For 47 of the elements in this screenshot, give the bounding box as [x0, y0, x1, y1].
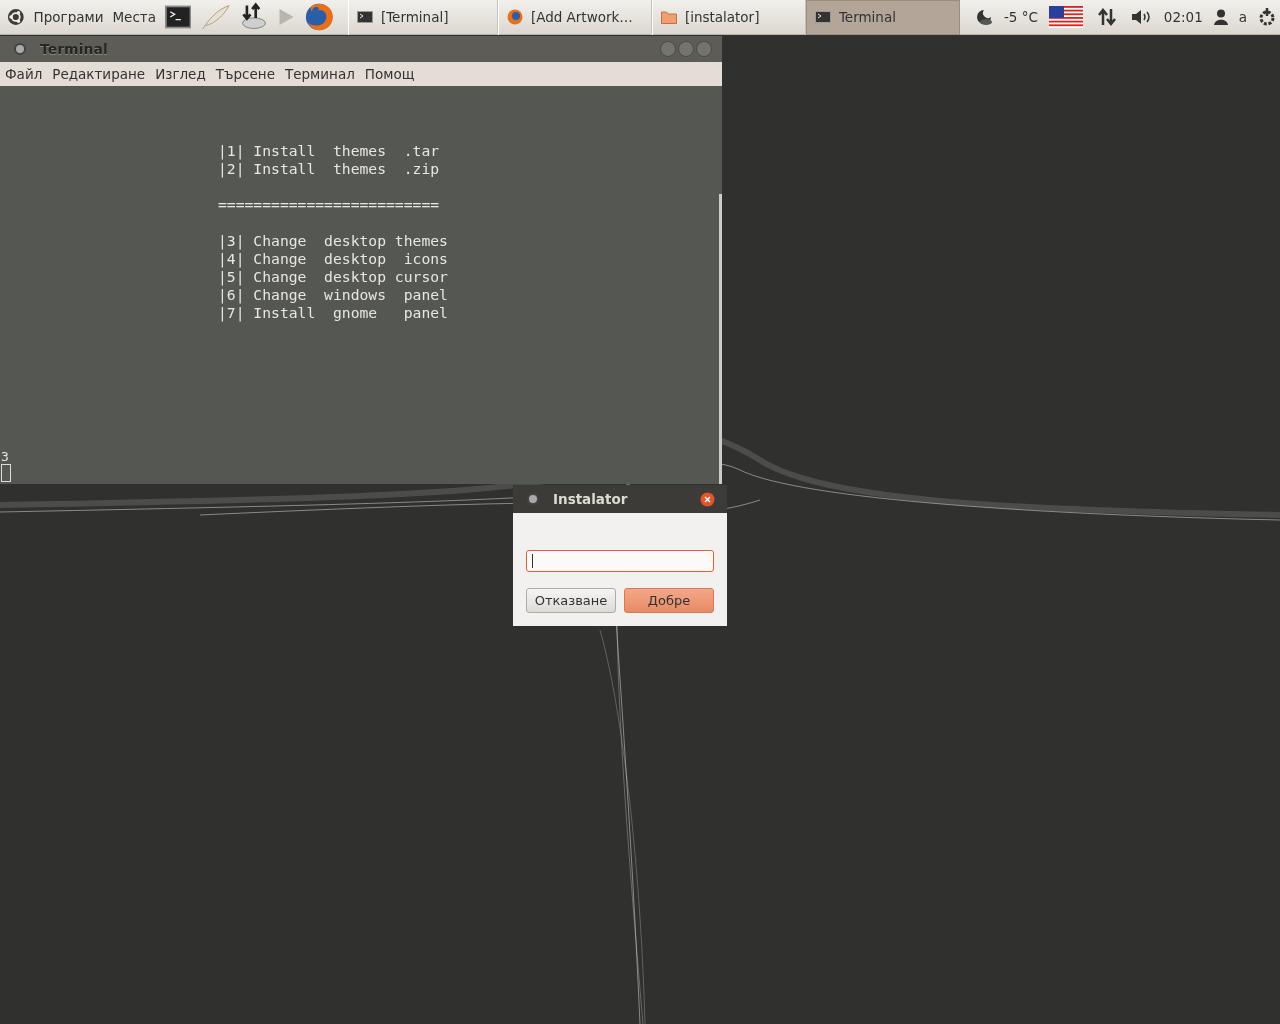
menu-item[interactable]: Редактиране — [52, 66, 146, 82]
browser-globe-icon — [506, 9, 523, 25]
dialog-title: Instalator — [553, 491, 628, 507]
ubuntu-logo-icon[interactable] — [7, 7, 25, 27]
user-name[interactable]: a — [1238, 9, 1247, 25]
text-cursor — [1, 464, 11, 482]
window-menu-icon[interactable] — [527, 493, 539, 505]
flag-icon[interactable] — [1048, 6, 1083, 28]
disk-arrows-icon[interactable] — [239, 2, 268, 32]
terminal-line: |4| Change desktop icons — [218, 250, 448, 268]
menu-item[interactable]: Файл — [5, 66, 43, 82]
terminal-launcher-icon[interactable] — [165, 4, 192, 30]
panel-menu[interactable]: Програми — [33, 9, 104, 25]
taskbar-button[interactable]: Terminal — [805, 0, 960, 35]
window-menu-icon[interactable] — [14, 43, 26, 55]
menu-item[interactable]: Търсене — [215, 66, 275, 82]
user-icon[interactable] — [1213, 9, 1228, 25]
volume-icon[interactable] — [1130, 9, 1153, 25]
terminal-line: |2| Install themes .zip — [218, 160, 441, 178]
terminal-line: |6| Change windows panel — [218, 286, 448, 304]
taskbar-button[interactable]: [Terminal] — [347, 0, 498, 35]
terminal-icon — [356, 11, 373, 23]
window-title: Terminal — [40, 41, 108, 57]
terminal-line: ========================= — [218, 196, 441, 214]
terminal-line: |3| Change desktop themes — [218, 232, 448, 250]
weather-cloud-icon[interactable] — [974, 8, 993, 26]
taskbar-button[interactable]: [Add Artwork… — [497, 0, 652, 35]
input-field[interactable] — [526, 550, 714, 572]
folder-icon — [660, 10, 677, 24]
close-icon[interactable] — [700, 491, 715, 507]
terminal-line: |7| Install gnome panel — [218, 304, 448, 322]
cancel-button[interactable]: Отказване — [526, 588, 616, 613]
terminal-input-text: 3 — [1, 449, 10, 464]
menu-item[interactable]: Терминал — [285, 66, 355, 82]
scrollbar[interactable] — [719, 194, 722, 484]
taskbar-button[interactable]: [instalator] — [651, 0, 806, 35]
terminal-icon — [814, 11, 831, 23]
menu-item[interactable]: Изглед — [155, 66, 206, 82]
network-arrows-icon[interactable] — [1097, 8, 1116, 26]
browser-globe-icon[interactable] — [304, 1, 333, 33]
terminal-line: |1| Install themes .tar — [218, 142, 441, 160]
ok-button[interactable]: Добре — [624, 588, 714, 613]
terminal-line: |5| Change desktop cursor — [218, 268, 448, 286]
panel-menu[interactable]: Места — [112, 9, 156, 25]
clock-text[interactable]: 02:01 — [1163, 9, 1203, 25]
menu-item[interactable]: Помощ — [364, 66, 415, 82]
temperature-text[interactable]: -5 °C — [1003, 9, 1038, 25]
